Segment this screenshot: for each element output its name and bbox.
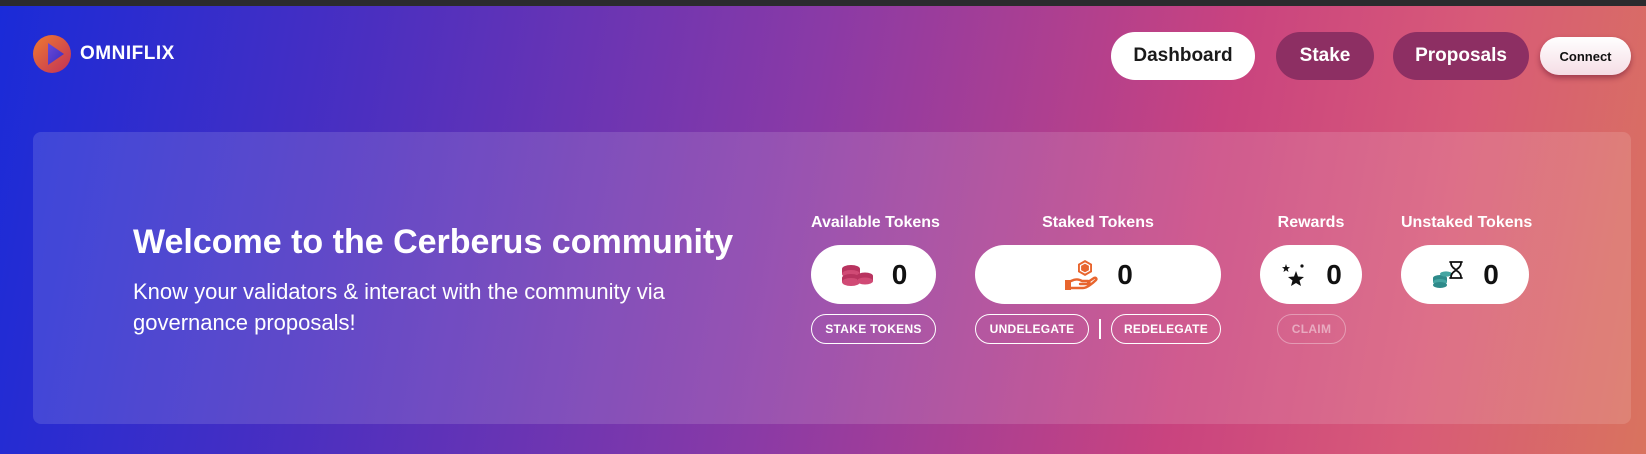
staked-tokens-label: Staked Tokens: [1042, 214, 1154, 231]
claim-rewards-button[interactable]: CLAIM: [1277, 314, 1346, 344]
brand-name: OMNIFLIX: [80, 43, 175, 64]
nav-proposals-button[interactable]: Proposals: [1393, 32, 1529, 80]
nav-stake-button[interactable]: Stake: [1276, 32, 1374, 80]
hand-token-icon: [1065, 259, 1098, 290]
connect-wallet-button[interactable]: Connect: [1540, 37, 1631, 75]
staked-tokens-value: 0: [1117, 258, 1133, 290]
redelegate-button[interactable]: REDELEGATE: [1111, 314, 1221, 344]
available-tokens-label: Available Tokens: [811, 214, 940, 231]
welcome-subtitle: Know your validators & interact with the…: [133, 279, 665, 335]
unstaked-tokens-pill: 0: [1401, 245, 1529, 304]
coins-icon: [841, 264, 873, 286]
brand-logo[interactable]: OMNIFLIX: [32, 34, 175, 74]
staked-tokens-pill: 0: [975, 245, 1221, 304]
rewards-value: 0: [1326, 258, 1342, 290]
window-top-bar: [0, 0, 1646, 6]
rewards-label: Rewards: [1277, 214, 1345, 231]
nav-dashboard-button[interactable]: Dashboard: [1111, 32, 1255, 80]
omniflix-logo-icon: [33, 35, 71, 73]
stars-icon: [1282, 263, 1305, 286]
action-divider: [1099, 319, 1101, 339]
unstaked-tokens-label: Unstaked Tokens: [1401, 214, 1533, 231]
unstaked-tokens-value: 0: [1483, 258, 1499, 290]
hourglass-coins-icon: [1433, 260, 1464, 288]
available-tokens-pill: 0: [811, 245, 936, 304]
rewards-pill: 0: [1260, 245, 1362, 304]
stake-tokens-button[interactable]: STAKE TOKENS: [811, 314, 936, 344]
available-tokens-value: 0: [891, 258, 908, 290]
undelegate-button[interactable]: UNDELEGATE: [975, 314, 1089, 344]
welcome-title: Welcome to the Cerberus community: [133, 223, 734, 261]
